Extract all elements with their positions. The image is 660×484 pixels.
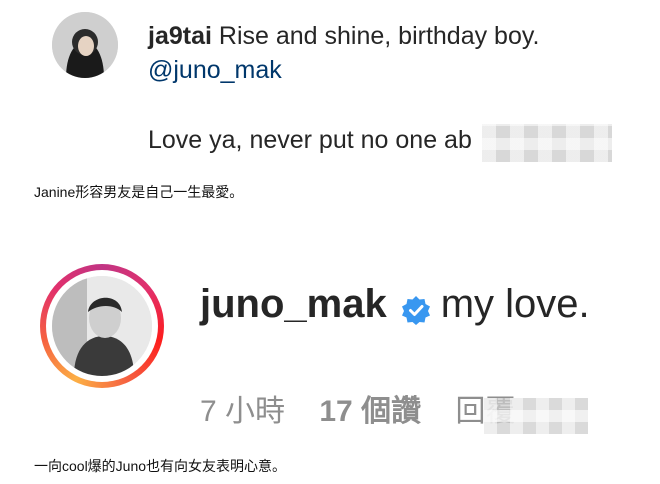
caption-bottom: 一向cool爆的Juno也有向女友表明心意。 bbox=[34, 458, 287, 474]
story-ring[interactable] bbox=[40, 264, 164, 388]
comment-first-line: ja9tai Rise and shine, birthday boy. bbox=[148, 22, 539, 51]
ja9tai-avatar[interactable] bbox=[52, 12, 118, 78]
reply-text: my love. bbox=[440, 282, 590, 326]
profile-photo-icon bbox=[52, 276, 152, 376]
caption-top: Janine形容男友是自己一生最愛。 bbox=[34, 184, 244, 200]
comment-text: Rise and shine, birthday boy. bbox=[218, 22, 540, 50]
reply-likes[interactable]: 17 個讚 bbox=[319, 395, 421, 428]
reply-line: juno_mak my love. bbox=[200, 282, 590, 327]
profile-photo-icon bbox=[52, 12, 118, 78]
top-comment: ja9tai Rise and shine, birthday boy. @ju… bbox=[0, 0, 660, 172]
pixelated-overlay bbox=[484, 398, 588, 434]
reply-comment: juno_mak my love. 7 小時 17 個讚 回覆 bbox=[0, 250, 660, 440]
pixelated-overlay bbox=[482, 124, 612, 162]
story-ring-inner bbox=[46, 270, 158, 382]
comment-username[interactable]: ja9tai bbox=[148, 22, 212, 50]
reply-time: 7 小時 bbox=[200, 395, 286, 428]
comment-second-line: Love ya, never put no one ab bbox=[148, 126, 472, 154]
mention-link[interactable]: @juno_mak bbox=[148, 56, 282, 85]
verified-badge-icon bbox=[401, 290, 431, 325]
reply-username[interactable]: juno_mak bbox=[200, 282, 387, 327]
juno-mak-avatar[interactable] bbox=[52, 276, 152, 376]
